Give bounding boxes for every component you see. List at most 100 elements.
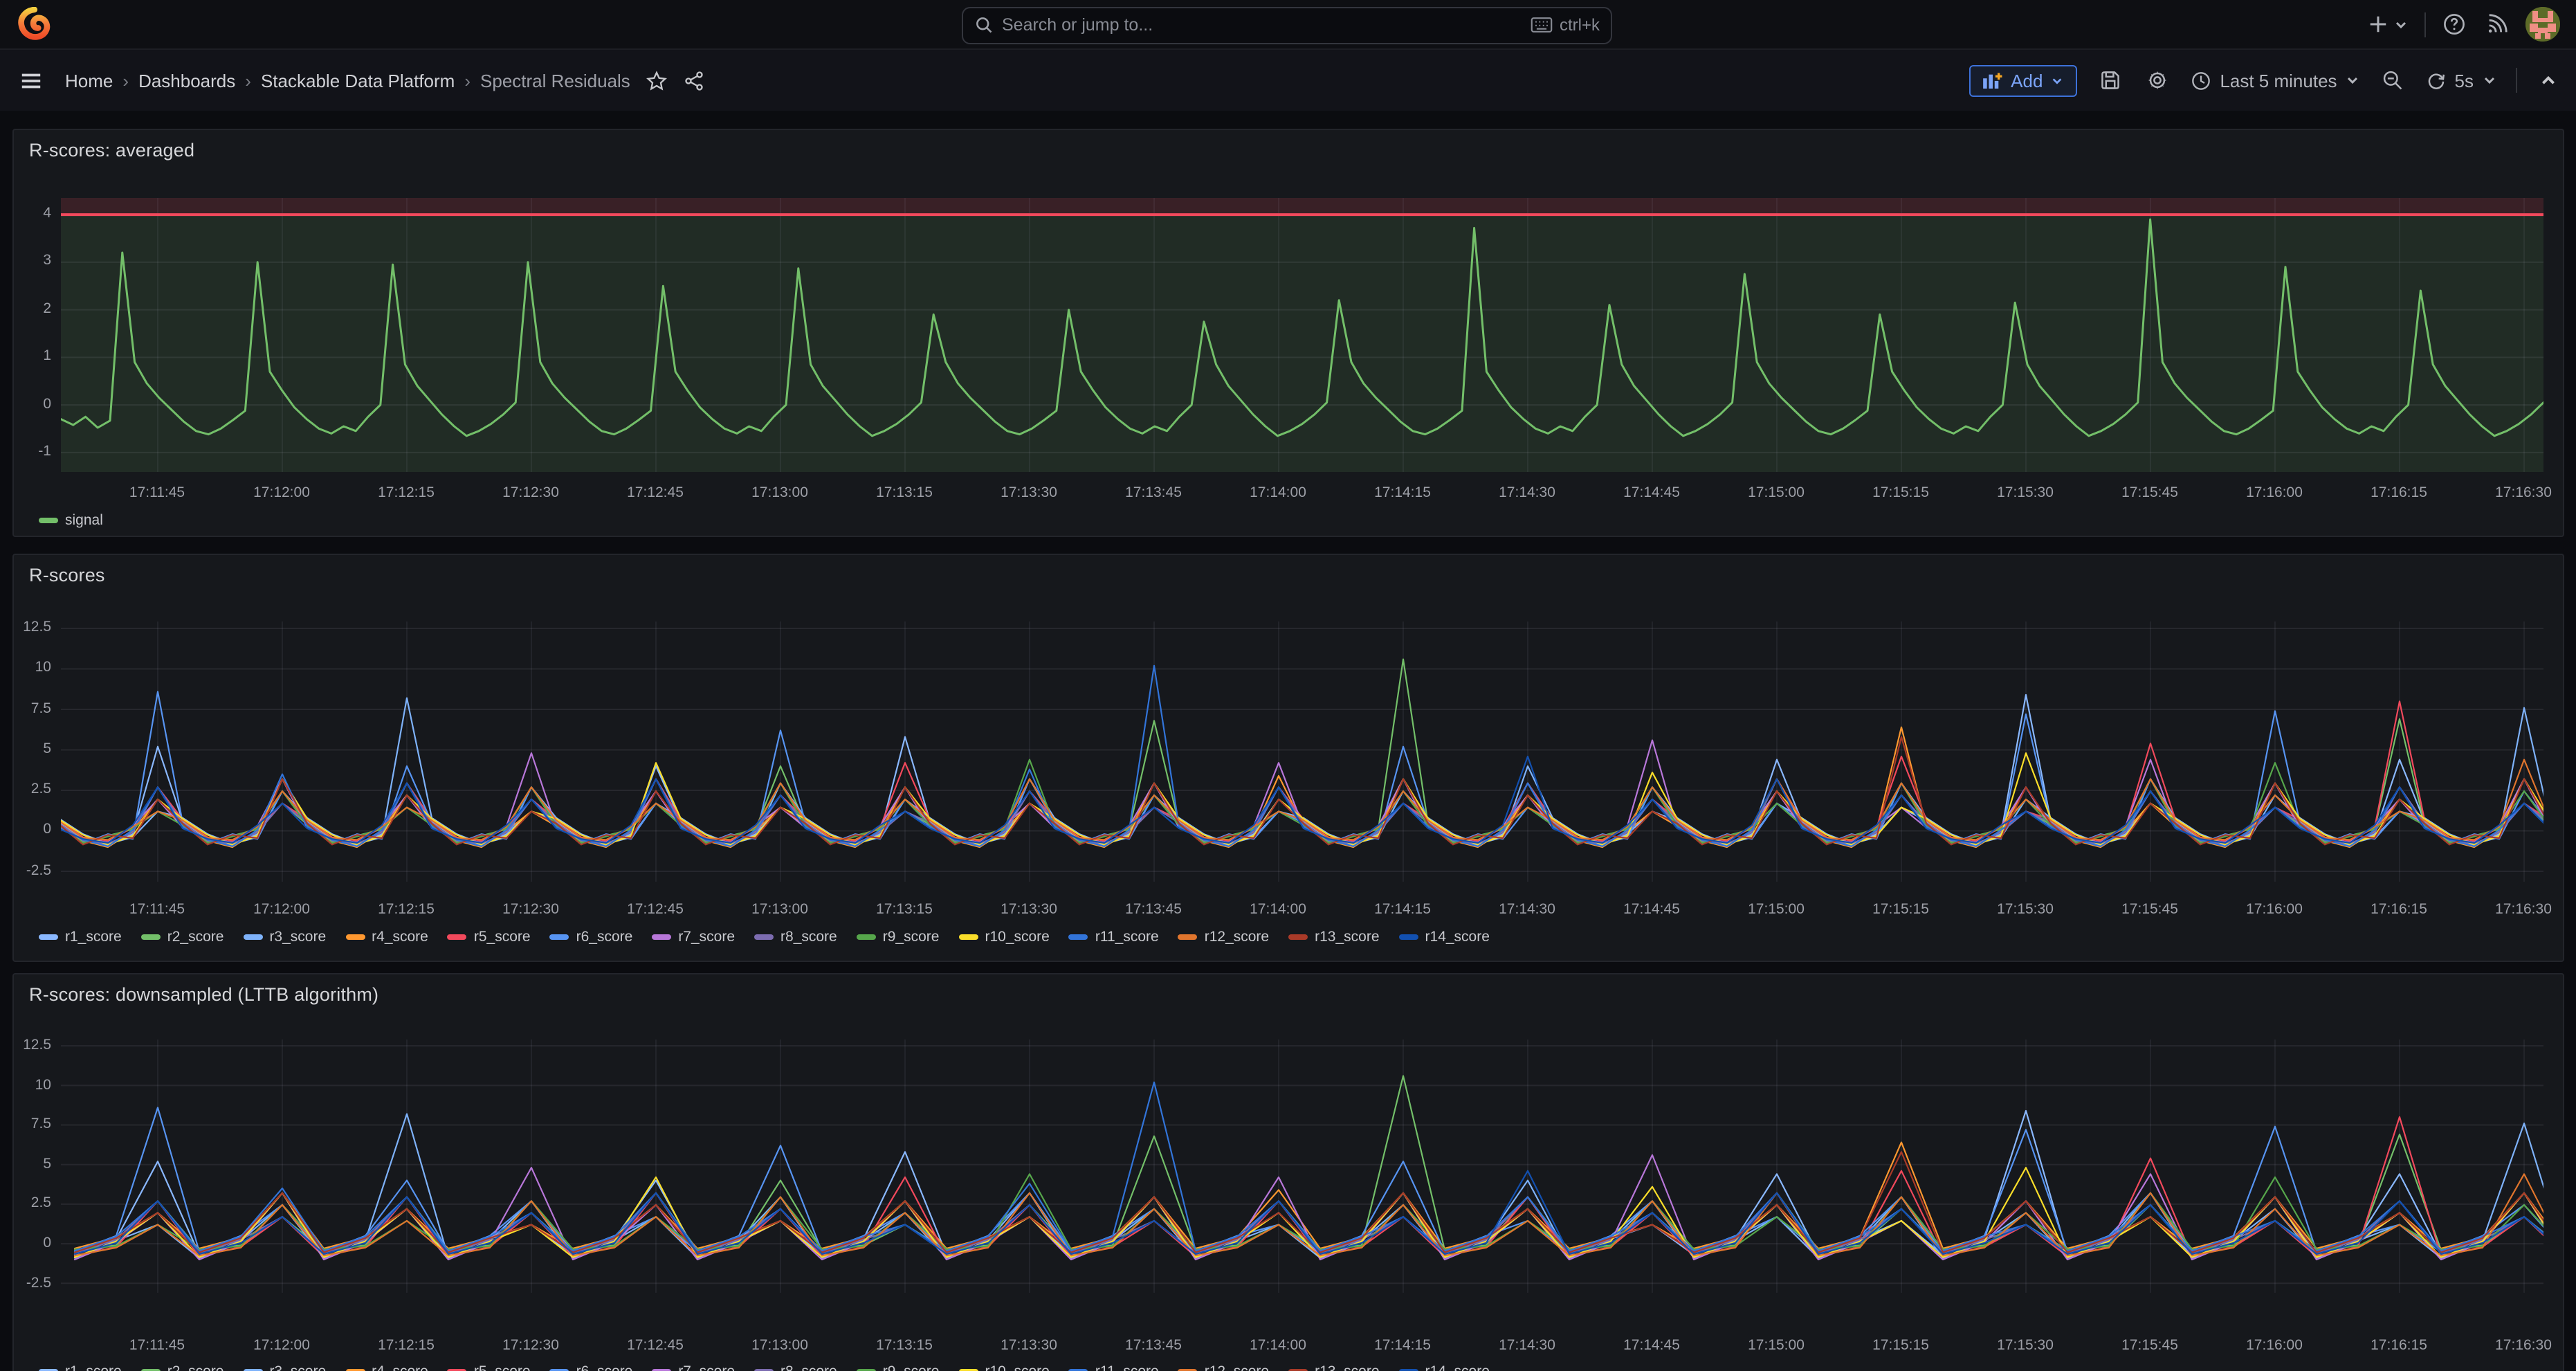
x-axis-tick: 17:16:15 [2341, 901, 2457, 918]
legend-series-color [550, 934, 569, 940]
legend-item-r14_score[interactable]: r14_score [1399, 929, 1490, 945]
dashboard-settings-button[interactable] [2144, 66, 2171, 94]
legend-item-r5_score[interactable]: r5_score [448, 1363, 531, 1371]
time-range-label: Last 5 minutes [2220, 70, 2337, 91]
breadcrumb-dashboards[interactable]: Dashboards [138, 70, 235, 91]
y-axis-tick: 12.5 [14, 1037, 51, 1053]
x-axis-tick: 17:13:00 [722, 484, 838, 500]
x-axis-tick: 17:14:15 [1344, 1336, 1461, 1353]
legend-item-r6_score[interactable]: r6_score [550, 1363, 633, 1371]
favorite-button[interactable] [644, 67, 670, 93]
legend-series-label: r6_score [576, 929, 633, 945]
new-button[interactable] [2364, 11, 2410, 37]
grafana-logo[interactable] [17, 7, 51, 42]
x-axis-tick: 17:14:15 [1344, 484, 1461, 500]
refresh-picker[interactable]: 5s [2426, 70, 2496, 91]
save-dashboard-button[interactable] [2097, 66, 2124, 94]
add-panel-button[interactable]: Add [1969, 64, 2077, 96]
plot-area[interactable]: 43210-1 [60, 197, 2543, 471]
legend-item-r8_score[interactable]: r8_score [754, 1363, 837, 1371]
news-button[interactable] [2482, 10, 2511, 39]
legend-item-r9_score[interactable]: r9_score [857, 929, 940, 945]
help-button[interactable] [2439, 10, 2468, 39]
legend-item-r2_score[interactable]: r2_score [141, 929, 224, 945]
plot-area[interactable]: 12.5107.552.50-2.5 [60, 621, 2543, 881]
time-range-picker[interactable]: Last 5 minutes [2191, 70, 2359, 91]
y-axis-tick: 12.5 [14, 619, 51, 635]
x-axis-tick: 17:14:30 [1469, 901, 1585, 918]
legend-item-r8_score[interactable]: r8_score [754, 929, 837, 945]
breadcrumb-folder[interactable]: Stackable Data Platform [261, 70, 455, 91]
x-axis-tick: 17:12:00 [223, 1336, 340, 1353]
legend-series-color [1069, 1368, 1088, 1371]
legend-series-label: r10_score [985, 1363, 1049, 1371]
legend-item-r7_score[interactable]: r7_score [652, 929, 735, 945]
legend-item-r14_score[interactable]: r14_score [1399, 1363, 1490, 1371]
legend-item-r7_score[interactable]: r7_score [652, 1363, 735, 1371]
legend-series-label: r4_score [372, 929, 428, 945]
y-axis-tick: -1 [14, 443, 51, 460]
legend-item-r4_score[interactable]: r4_score [345, 1363, 428, 1371]
legend-item-r13_score[interactable]: r13_score [1288, 929, 1379, 945]
chevron-right-icon: › [464, 70, 471, 91]
search-icon [974, 15, 994, 35]
legend-item-r4_score[interactable]: r4_score [345, 929, 428, 945]
y-axis-tick: 10 [14, 660, 51, 676]
y-axis-tick: 7.5 [14, 700, 51, 716]
legend-item-r1_score[interactable]: r1_score [39, 1363, 122, 1371]
avatar[interactable] [2525, 7, 2559, 42]
zoom-out-button[interactable] [2379, 66, 2406, 94]
legend-item-r2_score[interactable]: r2_score [141, 1363, 224, 1371]
legend-item-r3_score[interactable]: r3_score [243, 929, 326, 945]
dashboard-toolbar: Home › Dashboards › Stackable Data Platf… [0, 50, 2576, 111]
y-axis-tick: 0 [14, 1235, 51, 1251]
legend-item-r11_score[interactable]: r11_score [1069, 1363, 1159, 1371]
legend-item-r3_score[interactable]: r3_score [243, 1363, 326, 1371]
series-line-r14_score [60, 756, 2543, 842]
x-axis-tick: 17:16:30 [2465, 484, 2576, 500]
y-axis-tick: 5 [14, 1156, 51, 1172]
legend-item-r10_score[interactable]: r10_score [958, 1363, 1049, 1371]
legend-item-r12_score[interactable]: r12_score [1178, 1363, 1269, 1371]
legend-item-r13_score[interactable]: r13_score [1288, 1363, 1379, 1371]
plot-area[interactable]: 12.5107.552.50-2.5 [60, 1039, 2543, 1293]
legend-item-signal[interactable]: signal [39, 511, 103, 528]
legend-item-r12_score[interactable]: r12_score [1178, 929, 1269, 945]
legend-series-color [652, 934, 671, 940]
legend-series-label: r7_score [678, 929, 735, 945]
panel-title[interactable]: R-scores [29, 565, 105, 585]
x-axis-tick: 17:16:00 [2216, 1336, 2332, 1353]
legend-item-r1_score[interactable]: r1_score [39, 929, 122, 945]
x-axis-tick: 17:15:00 [1718, 901, 1834, 918]
menu-icon [19, 69, 43, 92]
panel-title[interactable]: R-scores: averaged [29, 139, 194, 160]
legend-item-r6_score[interactable]: r6_score [550, 929, 633, 945]
mega-menu-toggle[interactable] [17, 66, 46, 95]
legend-series-label: signal [65, 511, 103, 528]
legend-series-label: r1_score [65, 929, 122, 945]
share-button[interactable] [682, 67, 708, 93]
search-bar[interactable]: ctrl+k [962, 6, 1612, 44]
gear-icon [2146, 69, 2168, 91]
legend-item-r10_score[interactable]: r10_score [958, 929, 1049, 945]
chevron-down-icon [2051, 74, 2063, 87]
collapse-toolbar-button[interactable] [2536, 69, 2559, 92]
legend-series-label: r11_score [1095, 929, 1159, 945]
zoom-out-icon [2382, 69, 2404, 91]
legend-series-color [1178, 934, 1198, 940]
x-axis-tick: 17:15:45 [2092, 1336, 2208, 1353]
legend-item-r11_score[interactable]: r11_score [1069, 929, 1159, 945]
legend-series-color [39, 934, 58, 940]
x-axis-tick: 17:15:30 [1967, 1336, 2083, 1353]
chevron-down-icon [2346, 73, 2359, 87]
legend-item-r9_score[interactable]: r9_score [857, 1363, 940, 1371]
breadcrumb-home[interactable]: Home [65, 70, 113, 91]
legend-series-color [1069, 934, 1088, 940]
keyboard-icon [1531, 17, 1553, 33]
panel-title[interactable]: R-scores: downsampled (LTTB algorithm) [29, 983, 378, 1004]
x-axis-tick: 17:16:30 [2465, 1336, 2576, 1353]
search-input[interactable] [1002, 15, 1522, 35]
legend-item-r5_score[interactable]: r5_score [448, 929, 531, 945]
x-axis-tick: 17:15:45 [2092, 901, 2208, 918]
legend-series-label: r11_score [1095, 1363, 1159, 1371]
